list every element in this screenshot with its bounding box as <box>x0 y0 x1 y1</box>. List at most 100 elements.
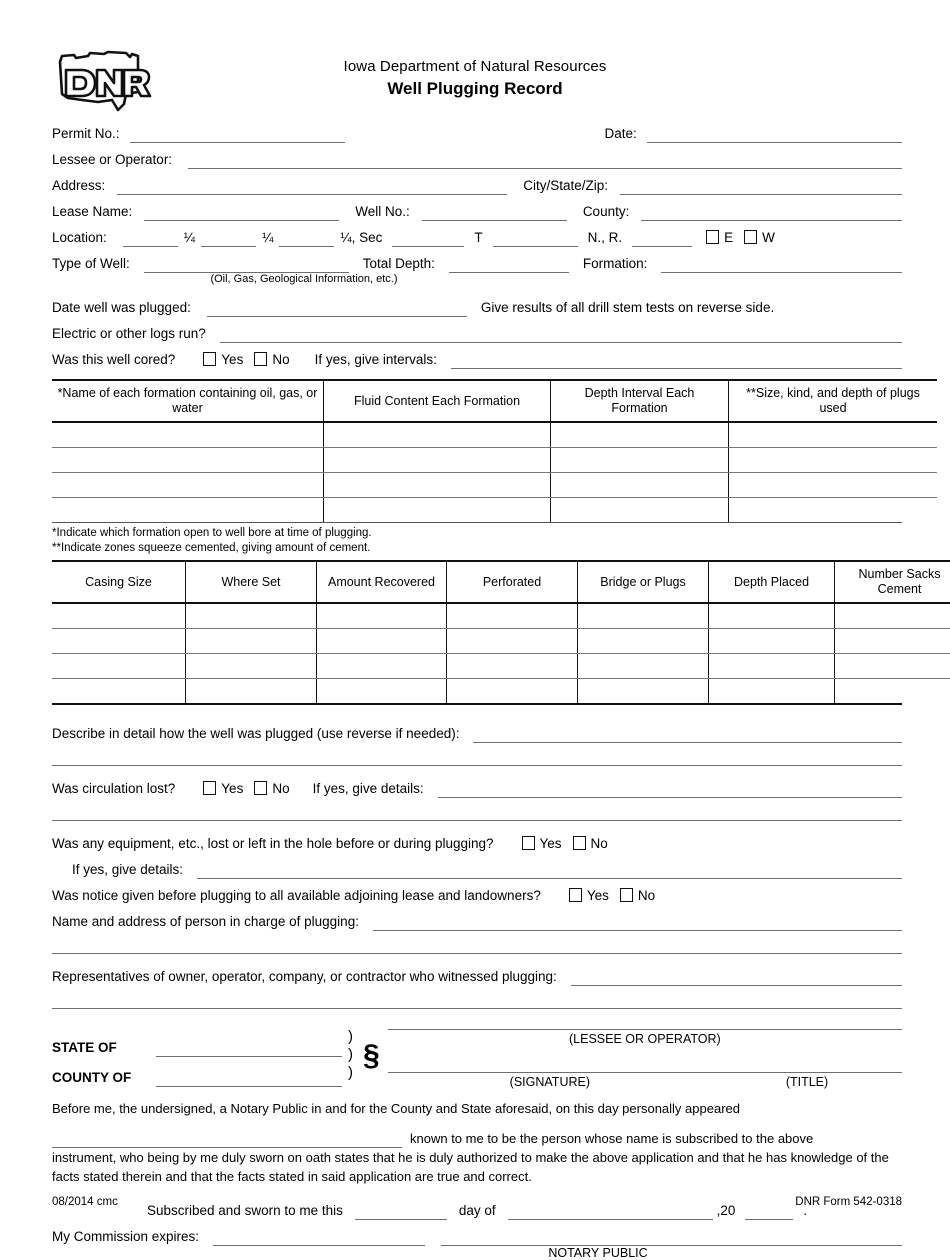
checkbox-circulation-yes[interactable] <box>203 781 216 795</box>
input-notary-signature[interactable] <box>441 1228 902 1246</box>
input-permit-no[interactable] <box>130 125 345 143</box>
casing-cell-perforated[interactable] <box>447 654 578 679</box>
notary-instrument-2: facts stated therein and that the facts … <box>52 1167 902 1186</box>
casing-cell-size[interactable] <box>52 679 186 704</box>
input-address[interactable] <box>117 177 507 195</box>
input-location-q3[interactable] <box>279 229 334 247</box>
label-north-range: N., R. <box>588 229 623 247</box>
casing-cell-bridge-plugs[interactable] <box>578 654 709 679</box>
casing-cell-bridge-plugs[interactable] <box>578 603 709 629</box>
formation-cell-plugs[interactable] <box>729 422 938 448</box>
input-date[interactable] <box>647 125 902 143</box>
input-location-q1[interactable] <box>123 229 178 247</box>
checkbox-east[interactable] <box>706 230 719 244</box>
checkbox-cored-yes[interactable] <box>203 352 216 366</box>
input-well-no[interactable] <box>422 203 567 221</box>
casing-cell-where-set[interactable] <box>186 679 317 704</box>
casing-cell-where-set[interactable] <box>186 654 317 679</box>
casing-cell-perforated[interactable] <box>447 679 578 704</box>
checkbox-cored-no[interactable] <box>254 352 267 366</box>
notary-block: STATE OF COUNTY OF ) ) ) § <box>52 1027 902 1260</box>
input-core-intervals[interactable] <box>451 351 902 369</box>
casing-table-header-row: Casing Size Where Set Amount Recovered P… <box>52 561 950 603</box>
checkbox-circulation-no[interactable] <box>254 781 267 795</box>
casing-cell-sacks-cement[interactable] <box>835 603 950 629</box>
input-range[interactable] <box>632 229 692 247</box>
input-state-of[interactable] <box>156 1039 342 1057</box>
formation-cell-plugs[interactable] <box>729 473 938 498</box>
casing-cell-bridge-plugs[interactable] <box>578 679 709 704</box>
checkbox-west[interactable] <box>744 230 757 244</box>
casing-cell-amount-recovered[interactable] <box>317 654 447 679</box>
casing-cell-amount-recovered[interactable] <box>317 603 447 629</box>
label-if-yes-intervals: If yes, give intervals: <box>315 351 437 369</box>
formation-cell-plugs[interactable] <box>729 498 938 523</box>
formation-cell-name[interactable] <box>52 473 324 498</box>
casing-cell-depth-placed[interactable] <box>709 603 835 629</box>
casing-cell-perforated[interactable] <box>447 603 578 629</box>
input-type-of-well[interactable] <box>144 255 349 273</box>
table-row <box>52 603 950 629</box>
formation-cell-depth[interactable] <box>551 473 729 498</box>
label-east: E <box>724 230 733 245</box>
casing-cell-size[interactable] <box>52 654 186 679</box>
casing-cell-where-set[interactable] <box>186 603 317 629</box>
input-total-depth[interactable] <box>449 255 569 273</box>
input-county[interactable] <box>641 203 902 221</box>
checkbox-notice-yes[interactable] <box>569 888 582 902</box>
label-notice-no: No <box>638 888 655 903</box>
input-appeared-name[interactable] <box>52 1130 402 1148</box>
formation-cell-depth[interactable] <box>551 498 729 523</box>
input-circulation-details-1[interactable] <box>438 780 902 798</box>
casing-cell-size[interactable] <box>52 603 186 629</box>
input-name-address-1[interactable] <box>373 913 902 931</box>
formation-note-1: *Indicate which formation open to well b… <box>52 526 902 541</box>
formation-cell-name[interactable] <box>52 498 324 523</box>
formation-cell-name[interactable] <box>52 448 324 473</box>
formation-cell-fluid[interactable] <box>324 498 551 523</box>
title-block: Iowa Department of Natural Resources Wel… <box>0 58 950 99</box>
input-commission-expires[interactable] <box>213 1228 425 1246</box>
input-electric-logs[interactable] <box>220 325 902 343</box>
label-equipment-yes: Yes <box>540 836 562 851</box>
casing-cell-where-set[interactable] <box>186 629 317 654</box>
casing-cell-depth-placed[interactable] <box>709 629 835 654</box>
casing-cell-bridge-plugs[interactable] <box>578 629 709 654</box>
casing-cell-perforated[interactable] <box>447 629 578 654</box>
caption-title: (TITLE) <box>712 1075 902 1089</box>
input-lease-name[interactable] <box>144 203 339 221</box>
formation-cell-fluid[interactable] <box>324 422 551 448</box>
formation-cell-depth[interactable] <box>551 448 729 473</box>
casing-cell-sacks-cement[interactable] <box>835 679 950 704</box>
formation-cell-plugs[interactable] <box>729 448 938 473</box>
casing-cell-depth-placed[interactable] <box>709 654 835 679</box>
input-lessee-operator[interactable] <box>188 151 902 169</box>
input-date-well-plugged[interactable] <box>207 299 467 317</box>
input-describe-plugged-1[interactable] <box>473 725 902 743</box>
casing-cell-amount-recovered[interactable] <box>317 629 447 654</box>
casing-cell-depth-placed[interactable] <box>709 679 835 704</box>
input-section[interactable] <box>392 229 464 247</box>
input-equipment-details[interactable] <box>197 861 902 879</box>
label-electric-logs: Electric or other logs run? <box>52 325 206 343</box>
label-equipment-no: No <box>591 836 608 851</box>
input-county-of[interactable] <box>156 1069 342 1087</box>
input-location-q2[interactable] <box>201 229 256 247</box>
casing-cell-size[interactable] <box>52 629 186 654</box>
casing-cell-sacks-cement[interactable] <box>835 629 950 654</box>
formation-cell-depth[interactable] <box>551 422 729 448</box>
footer-revision: 08/2014 cmc <box>52 1196 118 1208</box>
input-township[interactable] <box>493 229 578 247</box>
input-city-state-zip[interactable] <box>620 177 902 195</box>
casing-cell-sacks-cement[interactable] <box>835 654 950 679</box>
checkbox-equipment-yes[interactable] <box>522 836 535 850</box>
formation-cell-fluid[interactable] <box>324 473 551 498</box>
formation-cell-name[interactable] <box>52 422 324 448</box>
input-representatives-1[interactable] <box>571 968 902 986</box>
input-formation[interactable] <box>661 255 902 273</box>
checkbox-equipment-no[interactable] <box>573 836 586 850</box>
label-well-cored: Was this well cored? <box>52 351 175 369</box>
casing-cell-amount-recovered[interactable] <box>317 679 447 704</box>
formation-cell-fluid[interactable] <box>324 448 551 473</box>
checkbox-notice-no[interactable] <box>620 888 633 902</box>
